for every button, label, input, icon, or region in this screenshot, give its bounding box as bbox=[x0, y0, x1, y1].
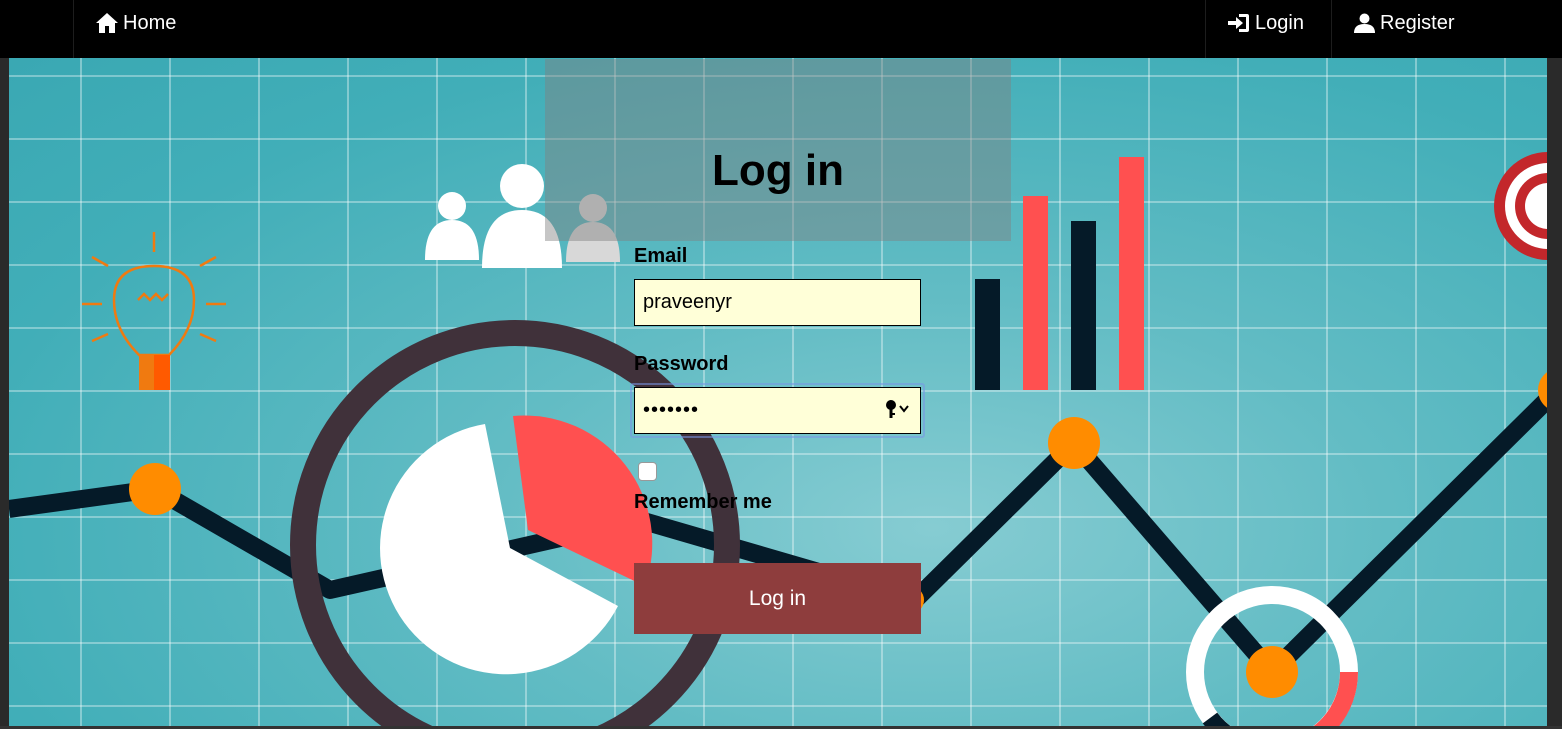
remember-me-label: Remember me bbox=[634, 491, 772, 513]
password-field[interactable] bbox=[634, 387, 921, 434]
email-field[interactable] bbox=[634, 279, 921, 326]
page-title: Log in bbox=[712, 146, 844, 195]
top-navbar: Home Login Register bbox=[0, 0, 1562, 58]
nav-register-label: Register bbox=[1380, 11, 1455, 34]
left-page-edge bbox=[0, 58, 9, 729]
nav-login-label: Login bbox=[1255, 11, 1304, 34]
login-submit-button[interactable]: Log in bbox=[634, 563, 921, 634]
remember-me-checkbox[interactable] bbox=[638, 462, 657, 481]
right-page-edge bbox=[1547, 58, 1562, 729]
nav-divider bbox=[1205, 0, 1206, 58]
nav-register-link[interactable]: Register bbox=[1354, 0, 1454, 46]
key-icon[interactable] bbox=[885, 399, 913, 419]
email-label: Email bbox=[634, 245, 688, 267]
home-icon bbox=[96, 13, 118, 33]
nav-home-link[interactable]: Home bbox=[96, 0, 176, 46]
password-label: Password bbox=[634, 353, 729, 375]
login-icon bbox=[1228, 14, 1249, 32]
nav-divider bbox=[73, 0, 74, 58]
nav-login-link[interactable]: Login bbox=[1228, 0, 1304, 46]
user-icon bbox=[1354, 13, 1375, 33]
nav-divider bbox=[1331, 0, 1332, 58]
nav-home-label: Home bbox=[123, 11, 177, 34]
chevron-down-icon bbox=[899, 405, 909, 413]
